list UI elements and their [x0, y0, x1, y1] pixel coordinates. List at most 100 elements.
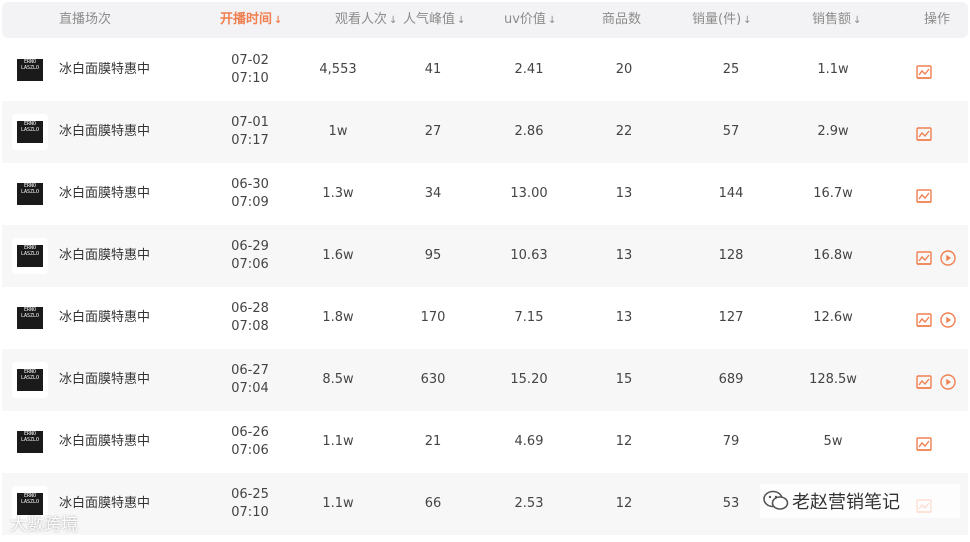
- table-row[interactable]: ERNO LASZLO 冰白面膜特惠中 07-02 07:10 4,553 41 2.41 20…: [2, 39, 968, 101]
- start-date: 06-26: [231, 425, 269, 440]
- start-time: 06-29 07:06: [220, 238, 280, 274]
- sort-down-arrow-icon[interactable]: ↓: [389, 15, 397, 26]
- brand-logo: ERNO LASZLO: [12, 176, 48, 212]
- cell-sales-qty: 689: [718, 372, 744, 387]
- start-clock: 07:10: [231, 71, 269, 86]
- brand-logo-mark: ERNO LASZLO: [17, 307, 43, 329]
- column-header[interactable]: uv价值 ↓: [504, 2, 556, 38]
- brand-logo: ERNO LASZLO: [12, 52, 48, 88]
- session-name[interactable]: 冰白面膜特惠中: [59, 163, 150, 225]
- table-row[interactable]: ERNO LASZLO 冰白面膜特惠中 06-29 07:06 1.6w 95 10.63 13…: [2, 225, 968, 287]
- column-header: 操作: [924, 2, 950, 38]
- column-header-label: 操作: [924, 12, 951, 27]
- session-name[interactable]: 冰白面膜特惠中: [59, 411, 150, 473]
- cell-products: 20: [615, 62, 633, 77]
- column-header-label: 人气峰值: [403, 12, 456, 27]
- start-date: 07-02: [231, 53, 269, 68]
- cell-peak: 21: [424, 434, 442, 449]
- cell-products: 13: [615, 248, 633, 263]
- session-name[interactable]: 冰白面膜特惠中: [59, 225, 150, 287]
- row-actions: [915, 123, 939, 141]
- column-header[interactable]: 销量(件) ↓: [692, 2, 752, 38]
- brand-logo: ERNO LASZLO: [12, 300, 48, 336]
- sort-down-arrow-icon[interactable]: ↓: [457, 15, 465, 26]
- column-header-label: uv价值: [504, 12, 546, 27]
- play-replay-icon[interactable]: [939, 373, 957, 391]
- brand-logo-mark: ERNO LASZLO: [17, 121, 43, 143]
- cell-products: 15: [615, 372, 633, 387]
- cell-revenue: 1.1w: [817, 62, 849, 77]
- column-header-label: 销售额: [812, 12, 852, 27]
- row-actions: [915, 61, 939, 79]
- cell-views: 4,553: [319, 62, 357, 77]
- start-time: 07-01 07:17: [220, 114, 280, 150]
- cell-views: 1.1w: [322, 496, 354, 511]
- column-header[interactable]: 观看人次 ↓: [335, 2, 397, 38]
- column-header: 直播场次: [59, 2, 111, 38]
- brand-logo-mark: ERNO LASZLO: [17, 183, 43, 205]
- start-date: 07-01: [231, 115, 269, 130]
- session-name[interactable]: 冰白面膜特惠中: [59, 349, 150, 411]
- table-row[interactable]: ERNO LASZLO 冰白面膜特惠中 06-30 07:09 1.3w 34 13.00 13…: [2, 163, 968, 225]
- brand-logo-text: LASZLO: [20, 127, 40, 133]
- column-header[interactable]: 开播时间 ↓: [220, 2, 282, 38]
- brand-logo-mark: ERNO LASZLO: [17, 59, 43, 81]
- cell-peak: 41: [424, 62, 442, 77]
- brand-logo-text: LASZLO: [20, 499, 40, 505]
- cell-uv: 2.41: [514, 62, 544, 77]
- column-header[interactable]: 人气峰值 ↓: [403, 2, 465, 38]
- sort-down-arrow-icon[interactable]: ↓: [274, 15, 282, 26]
- column-header-label: 观看人次: [335, 12, 388, 27]
- analysis-icon[interactable]: [915, 249, 933, 267]
- table-row[interactable]: ERNO LASZLO 冰白面膜特惠中 06-27 07:04 8.5w 630 15.20 1…: [2, 349, 968, 411]
- cell-sales-qty: 25: [722, 62, 740, 77]
- cell-products: 12: [615, 434, 633, 449]
- row-actions: [915, 433, 939, 451]
- column-header[interactable]: 销售额 ↓: [812, 2, 861, 38]
- sort-down-arrow-icon[interactable]: ↓: [743, 15, 751, 26]
- analysis-icon[interactable]: [915, 373, 933, 391]
- analysis-icon[interactable]: [915, 63, 933, 81]
- cell-uv: 4.69: [514, 434, 544, 449]
- cell-products: 22: [615, 124, 633, 139]
- start-time: 06-25 07:10: [220, 486, 280, 522]
- sort-down-arrow-icon[interactable]: ↓: [853, 15, 861, 26]
- cell-sales-qty: 144: [718, 186, 744, 201]
- start-date: 06-28: [231, 301, 269, 316]
- sort-down-arrow-icon[interactable]: ↓: [548, 15, 556, 26]
- row-actions: [915, 185, 939, 203]
- start-date: 06-29: [231, 239, 269, 254]
- column-header-label: 商品数: [602, 12, 642, 27]
- brand-logo-text: LASZLO: [20, 437, 40, 443]
- table-row[interactable]: ERNO LASZLO 冰白面膜特惠中 06-26 07:06 1.1w 21 4.69 12 7…: [2, 411, 968, 473]
- session-name[interactable]: 冰白面膜特惠中: [59, 101, 150, 163]
- cell-revenue: 16.8w: [813, 248, 853, 263]
- cell-peak: 170: [420, 310, 446, 325]
- table-row[interactable]: ERNO LASZLO 冰白面膜特惠中 07-01 07:17 1w 27 2.86 22 57 2…: [2, 101, 968, 163]
- analysis-icon[interactable]: [915, 311, 933, 329]
- brand-logo-text: LASZLO: [20, 65, 40, 71]
- brand-logo: ERNO LASZLO: [12, 362, 48, 398]
- live-session-table: 直播场次 开播时间 ↓ 观看人次 ↓ 人气峰值 ↓ uv价值 ↓ 商品数 销量(件) ↓ 销售额 ↓ 操作 …: [0, 0, 970, 542]
- row-actions: [915, 247, 963, 267]
- analysis-icon[interactable]: [915, 187, 933, 205]
- start-clock: 07:10: [231, 505, 269, 520]
- start-clock: 07:08: [231, 319, 269, 334]
- cell-revenue: 128.5w: [809, 372, 857, 387]
- play-replay-icon[interactable]: [939, 311, 957, 329]
- analysis-icon[interactable]: [915, 435, 933, 453]
- watermark-right-text: 老赵营销笔记: [792, 492, 900, 513]
- analysis-icon[interactable]: [915, 125, 933, 143]
- cell-products: 13: [615, 186, 633, 201]
- start-time: 06-30 07:09: [220, 176, 280, 212]
- cell-revenue: 12.6w: [813, 310, 853, 325]
- brand-logo-mark: ERNO LASZLO: [17, 431, 43, 453]
- play-replay-icon[interactable]: [939, 249, 957, 267]
- column-header: 商品数: [602, 2, 641, 38]
- cell-products: 12: [615, 496, 633, 511]
- column-header-label: 直播场次: [59, 12, 112, 27]
- session-name[interactable]: 冰白面膜特惠中: [59, 39, 150, 101]
- session-name[interactable]: 冰白面膜特惠中: [59, 287, 150, 349]
- cell-sales-qty: 57: [722, 124, 740, 139]
- table-row[interactable]: ERNO LASZLO 冰白面膜特惠中 06-28 07:08 1.8w 170 7.15 13…: [2, 287, 968, 349]
